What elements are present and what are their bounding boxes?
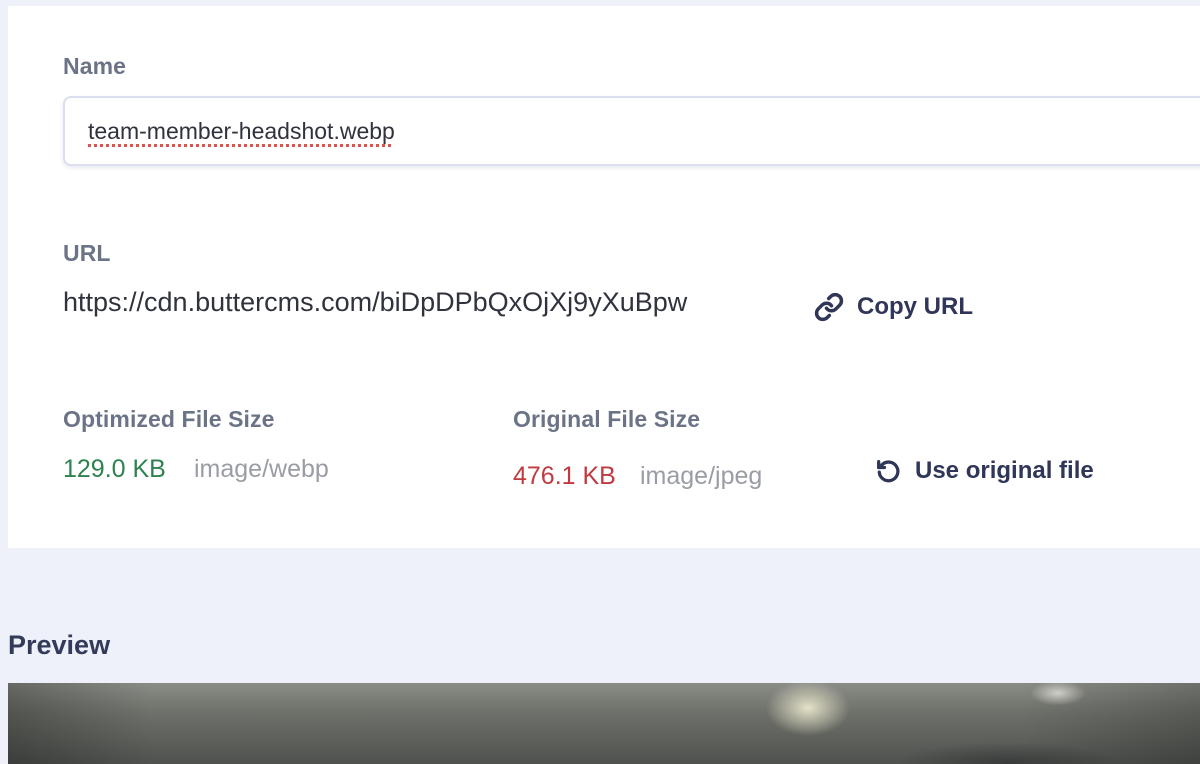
preview-image xyxy=(8,683,1200,764)
url-label: URL xyxy=(63,240,111,266)
link-icon xyxy=(814,292,844,322)
preview-heading: Preview xyxy=(8,630,111,660)
name-label: Name xyxy=(63,53,127,79)
original-size-label: Original File Size xyxy=(513,406,701,432)
original-mime-type: image/jpeg xyxy=(640,462,763,490)
name-input-value[interactable]: team-member-headshot.webp xyxy=(88,118,395,145)
copy-url-button[interactable]: Copy URL xyxy=(814,292,973,322)
use-original-file-label: Use original file xyxy=(915,457,1094,484)
name-input[interactable]: team-member-headshot.webp xyxy=(63,96,1200,166)
url-value: https://cdn.buttercms.com/biDpDPbQxOjXj9… xyxy=(63,287,688,317)
undo-icon xyxy=(874,457,902,485)
optimized-size-label: Optimized File Size xyxy=(63,406,275,432)
media-details-card: Name team-member-headshot.webp URL https… xyxy=(8,6,1200,548)
optimized-size-value: 129.0 KB xyxy=(63,455,166,483)
optimized-mime-type: image/webp xyxy=(194,455,329,483)
use-original-file-button[interactable]: Use original file xyxy=(874,457,1094,485)
original-size-value: 476.1 KB xyxy=(513,462,616,490)
copy-url-label: Copy URL xyxy=(857,293,973,320)
